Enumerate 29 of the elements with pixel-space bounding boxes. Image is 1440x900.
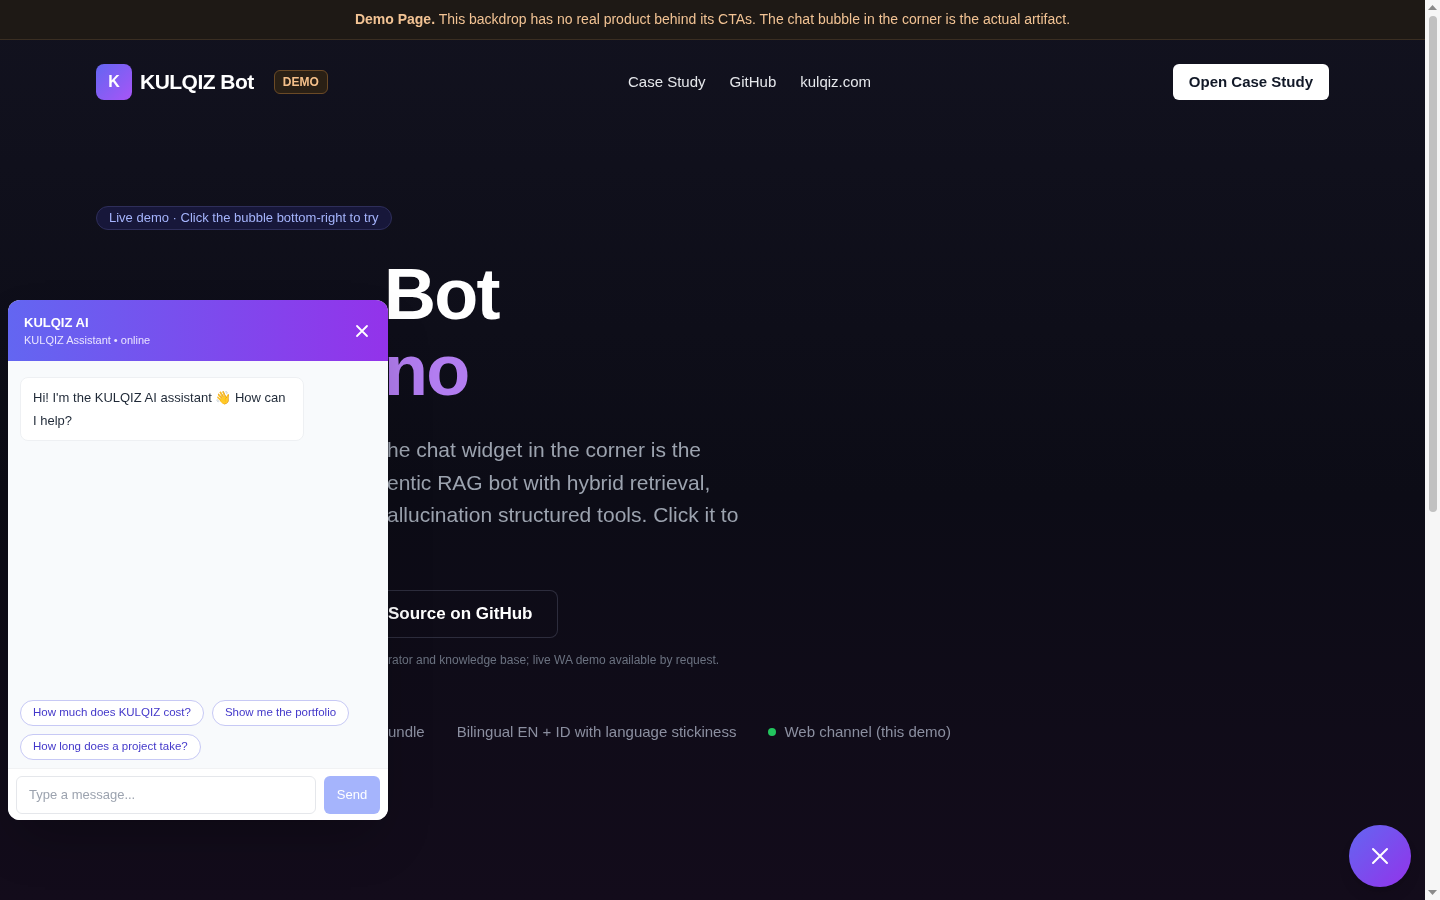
- hero-title: Bot: [384, 256, 499, 332]
- hero-note: rator and knowledge base; live WA demo available by request.: [388, 651, 720, 669]
- live-demo-tag: Live demo · Click the bubble bottom-right to try: [96, 206, 392, 230]
- logo-icon: K: [96, 64, 132, 100]
- hero-description-line: entic RAG bot with hybrid retrieval,: [387, 469, 712, 496]
- feature-label: Bilingual EN + ID with language stickiness: [456, 721, 737, 742]
- open-case-study-button[interactable]: Open Case Study: [1172, 64, 1329, 100]
- hero-title-highlight: no: [384, 332, 469, 408]
- suggestion-chip[interactable]: How long does a project take?: [20, 734, 201, 760]
- scroll-up-icon[interactable]: [1428, 3, 1437, 12]
- hero-description-line: allucination structured tools. Click it to: [387, 502, 739, 528]
- brand-name: KULQIZ Bot: [140, 69, 254, 96]
- nav-link[interactable]: kulqiz.com: [800, 70, 872, 94]
- suggestion-chip[interactable]: How much does KULQIZ cost?: [20, 700, 204, 726]
- chat-subtitle: KULQIZ Assistant • online: [24, 333, 152, 348]
- banner-text: Demo Page. This backdrop has no real product behind its CTAs. The chat bubble in the corner is the actual artifact.: [354, 10, 1071, 29]
- scrollbar-thumb[interactable]: [1428, 16, 1437, 512]
- chat-title: KULQIZ AI: [24, 313, 90, 332]
- demo-badge: DEMO: [273, 70, 328, 94]
- feature-label: undle: [388, 721, 425, 742]
- close-icon: [1371, 847, 1389, 865]
- feature-label: Web channel (this demo): [784, 721, 951, 742]
- bot-message: Hi! I'm the KULQIZ AI assistant 👋 How can I help?: [20, 377, 304, 441]
- scroll-down-icon[interactable]: [1428, 888, 1437, 897]
- nav-link[interactable]: GitHub: [729, 70, 777, 94]
- hero-description-line: he chat widget in the corner is the: [387, 437, 702, 463]
- suggestion-chip[interactable]: Show me the portfolio: [211, 700, 350, 726]
- nav-link[interactable]: Case Study: [628, 70, 706, 94]
- message-input[interactable]: Type a message...: [16, 775, 316, 814]
